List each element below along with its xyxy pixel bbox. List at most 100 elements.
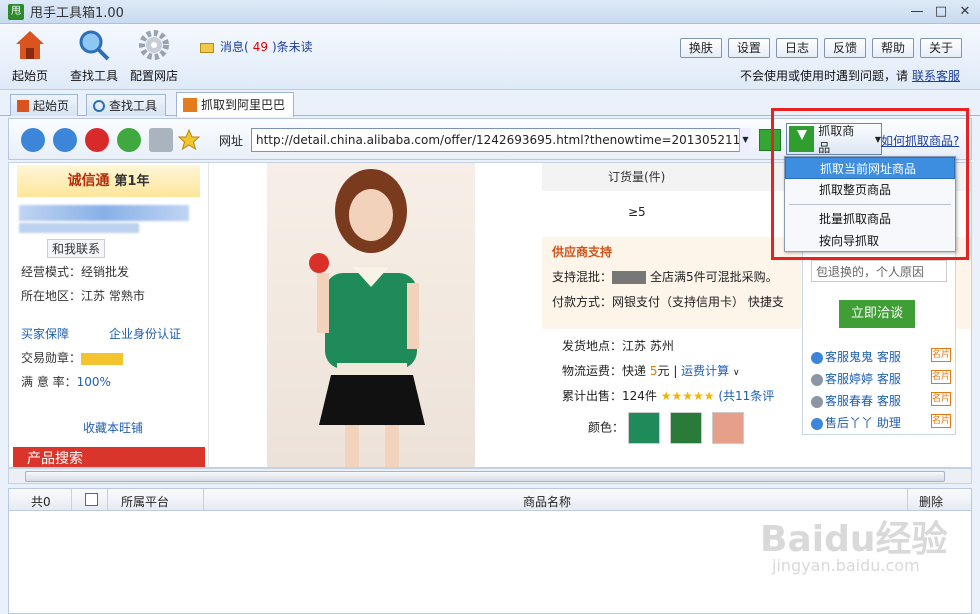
wangwang-icon xyxy=(811,417,823,430)
cs-badge-1[interactable]: 名片 xyxy=(931,348,951,362)
col-platform[interactable]: 所属平台 xyxy=(121,493,169,510)
start-page-label: 起始页 xyxy=(12,69,49,83)
freight-calc-link[interactable]: 运费计算 xyxy=(681,364,729,378)
settings-button[interactable]: 设置 xyxy=(727,38,770,58)
select-all-checkbox[interactable] xyxy=(85,493,98,506)
horizontal-scrollbar[interactable] xyxy=(8,468,972,484)
scrollbar-thumb[interactable] xyxy=(25,471,945,482)
identity-link[interactable]: 企业身份认证 xyxy=(109,325,181,342)
satisfaction: 满 意 率：100% xyxy=(21,373,111,390)
app-small-icon xyxy=(183,98,197,112)
cs-row-1[interactable]: 客服鬼鬼 客服 xyxy=(811,348,901,365)
favorite-shop-link[interactable]: 收藏本旺铺 xyxy=(83,419,143,436)
contact-me-button[interactable]: 和我联系 xyxy=(47,239,106,258)
color-swatch-darkgreen[interactable] xyxy=(669,412,702,444)
color-swatch-pink[interactable] xyxy=(711,412,744,444)
cs-role: 助理 xyxy=(876,416,901,430)
msg-count: 49 xyxy=(252,40,268,54)
cs-badge-3[interactable]: 名片 xyxy=(931,392,951,406)
stop-icon[interactable] xyxy=(85,128,109,152)
cs-name: 客服婷婷 xyxy=(825,372,874,386)
maximize-button[interactable]: □ xyxy=(930,3,952,20)
main-toolbar: 起始页 查找工具 配置网店 消息(49)条未读 换肤 设置 日志 反馈 帮助 关… xyxy=(0,24,980,90)
tab-bar: 起始页 查找工具 抓取到阿里巴巴 xyxy=(0,90,980,117)
home-icon xyxy=(17,99,29,112)
config-shop-button[interactable]: 配置网店 xyxy=(130,28,178,84)
menu-grab-whole-page[interactable]: 抓取整页商品 xyxy=(785,179,955,201)
reviews-link[interactable]: (共11条评 xyxy=(718,389,774,403)
forward-icon[interactable] xyxy=(53,128,77,152)
color-swatch-green[interactable] xyxy=(627,412,660,444)
refresh-icon[interactable] xyxy=(117,128,141,152)
log-button[interactable]: 日志 xyxy=(775,38,818,58)
download-icon xyxy=(789,126,815,152)
feedback-button[interactable]: 反馈 xyxy=(823,38,866,58)
tab-find-tool[interactable]: 查找工具 xyxy=(86,94,167,116)
title-bar: 甩 甩手工具箱1.00 — □ ✕ xyxy=(0,0,980,24)
url-dropdown-icon[interactable]: ▼ xyxy=(739,128,751,152)
skin-button[interactable]: 换肤 xyxy=(679,38,722,58)
buyer-guarantee-link[interactable]: 买家保障 xyxy=(21,325,69,342)
tools-icon[interactable] xyxy=(149,128,173,152)
mix-icon xyxy=(612,271,647,284)
cs-row-4[interactable]: 售后丫丫 助理 xyxy=(811,414,901,431)
menu-batch-grab[interactable]: 批量抓取商品 xyxy=(785,208,955,230)
go-icon[interactable] xyxy=(759,129,781,151)
grab-products-label: 抓取商品 xyxy=(818,124,855,155)
help-button[interactable]: 帮助 xyxy=(871,38,914,58)
col-divider xyxy=(71,489,72,511)
url-input[interactable]: http://detail.china.alibaba.com/offer/12… xyxy=(251,128,751,152)
find-tool-button[interactable]: 查找工具 xyxy=(70,28,118,84)
cs-badge-2[interactable]: 名片 xyxy=(931,370,951,384)
start-page-button[interactable]: 起始页 xyxy=(12,28,48,84)
grab-products-button[interactable]: 抓取商品 ▼ xyxy=(786,123,882,155)
chengxintong-badge: 诚信通 第1年 xyxy=(17,165,200,197)
cs-badge-4[interactable]: 名片 xyxy=(931,414,951,428)
chevron-down-icon: ∨ xyxy=(733,368,740,378)
trade-medal: 交易勋章： xyxy=(21,349,124,366)
mix-label: 支持混批： xyxy=(552,270,613,284)
tab-label: 抓取到阿里巴巴 xyxy=(201,98,286,112)
menu-wizard-grab[interactable]: 按向导抓取 xyxy=(785,230,955,252)
how-to-grab-link[interactable]: 如何抓取商品? xyxy=(881,132,959,149)
mix-text: 全店满5件可混批采购。 xyxy=(650,270,778,284)
shop-info-column: 诚信通 第1年 和我联系 经营模式：经销批发 所在地区：江苏 常熟市 买家保障 … xyxy=(9,163,209,467)
cs-name: 客服春春 xyxy=(825,394,874,408)
app-logo-icon: 甩 xyxy=(8,3,24,20)
col-divider xyxy=(107,489,108,511)
tab-start-page[interactable]: 起始页 xyxy=(10,94,79,116)
logistics-label: 物流运费：快递 xyxy=(562,364,647,378)
find-tool-label: 查找工具 xyxy=(70,69,119,83)
col-product-name[interactable]: 商品名称 xyxy=(523,493,571,510)
favorite-star-icon[interactable] xyxy=(177,128,201,152)
tab-grab-alibaba[interactable]: 抓取到阿里巴巴 xyxy=(176,92,295,117)
window-title: 甩手工具箱1.00 xyxy=(30,6,124,21)
baidu-watermark-url: jingyan.baidu.com xyxy=(772,556,920,575)
message-link[interactable]: 消息(49)条未读 xyxy=(200,38,313,55)
col-delete[interactable]: 删除 xyxy=(919,493,943,510)
customer-service-panel: 包退换的，个人原因 立即洽谈 客服鬼鬼 客服 名片 客服婷婷 客服 名片 客服春… xyxy=(802,245,956,435)
close-button[interactable]: ✕ xyxy=(954,3,976,20)
baidu-watermark: Baidu经验 xyxy=(760,519,948,560)
gear-icon xyxy=(139,30,169,60)
cs-row-3[interactable]: 客服春春 客服 xyxy=(811,392,901,409)
chat-now-button[interactable]: 立即洽谈 xyxy=(839,300,915,328)
col-divider xyxy=(907,489,908,511)
contact-support-link[interactable]: 联系客服 xyxy=(912,69,960,83)
msg-prefix: 消息( xyxy=(220,40,249,54)
cs-name: 售后丫丫 xyxy=(825,416,874,430)
menu-grab-current-url[interactable]: 抓取当前网址商品 xyxy=(785,157,955,179)
contact-label: 和我联系 xyxy=(52,242,101,256)
guarantee-label: 买家保障 xyxy=(21,327,70,341)
minimize-button[interactable]: — xyxy=(906,3,928,20)
grab-dropdown-menu: 抓取当前网址商品 抓取整页商品 批量抓取商品 按向导抓取 xyxy=(784,156,956,252)
home-icon xyxy=(16,31,44,59)
about-button[interactable]: 关于 xyxy=(919,38,962,58)
product-image xyxy=(309,169,425,467)
cs-role: 客服 xyxy=(876,372,901,386)
menu-separator xyxy=(789,204,951,205)
satisfaction-value: 100% xyxy=(76,375,111,389)
sold-count: 累计出售：124件 xyxy=(562,389,657,403)
cs-row-2[interactable]: 客服婷婷 客服 xyxy=(811,370,901,387)
back-icon[interactable] xyxy=(21,128,45,152)
